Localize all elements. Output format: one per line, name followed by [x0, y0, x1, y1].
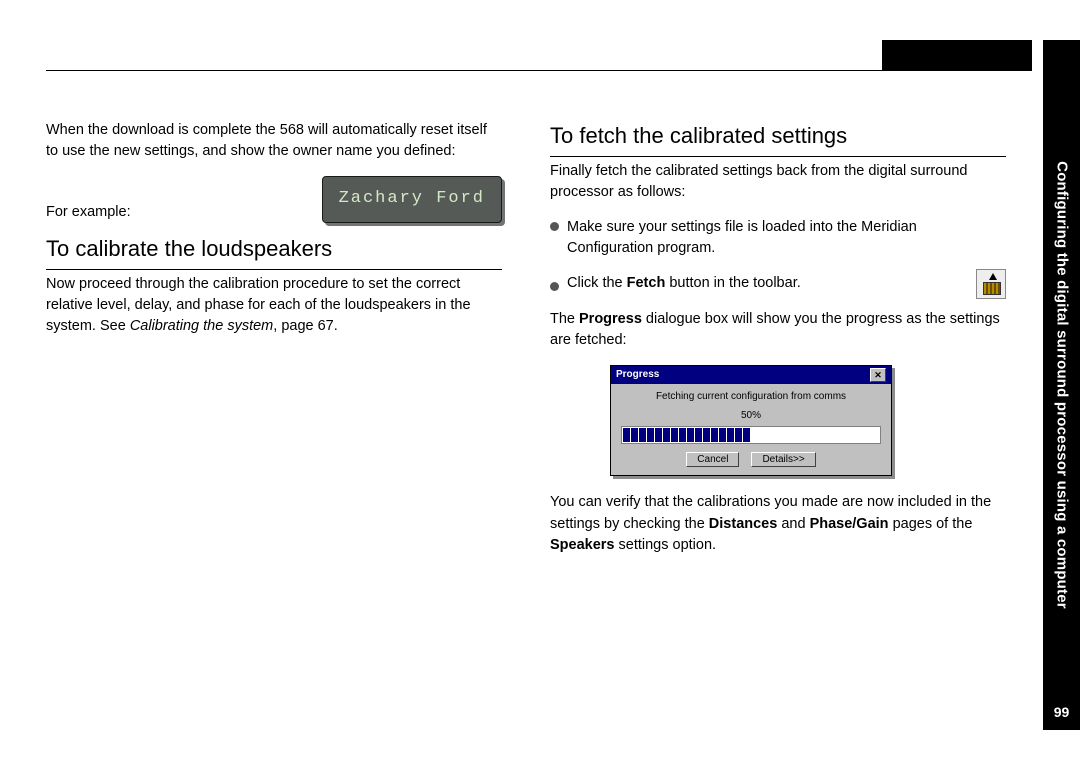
section-calibrate-loudspeakers: To calibrate the loudspeakers [46, 233, 502, 270]
verify-b1: Distances [709, 516, 778, 532]
progress-title-text: Progress [616, 368, 659, 383]
bullet-icon [550, 282, 559, 291]
progress-fill [623, 428, 751, 442]
for-example-label: For example: [46, 202, 131, 223]
progress-body: Fetching current configuration from comm… [611, 384, 891, 475]
right-column: To fetch the calibrated settings Finally… [550, 120, 1006, 570]
page-number: 99 [1043, 704, 1080, 720]
download-complete-text: When the download is complete the 568 wi… [46, 120, 502, 162]
chapter-sidebar: Configuring the digital surround process… [1043, 40, 1080, 730]
verify-b2: Phase/Gain [810, 516, 889, 532]
progress-bar [621, 426, 881, 444]
calib-ref-italic: Calibrating the system [130, 318, 273, 334]
verify-c: settings option. [615, 537, 717, 553]
header-rule [46, 70, 1011, 71]
calib-text-b: , page 67. [273, 318, 338, 334]
chapter-title: Configuring the digital surround process… [1053, 161, 1070, 609]
bullet-load-settings: Make sure your settings file is loaded i… [550, 217, 1006, 259]
progress-buttons: Cancel Details>> [621, 452, 881, 467]
verify-b3: Speakers [550, 537, 615, 553]
progress-message: Fetching current configuration from comm… [621, 390, 881, 405]
verify-mid: and [777, 516, 809, 532]
verify-b: pages of the [889, 516, 973, 532]
bullet1-text: Make sure your settings file is loaded i… [567, 217, 1006, 259]
lcd-display: Zachary Ford [322, 176, 502, 223]
left-column: When the download is complete the 568 wi… [46, 120, 502, 570]
bullet2-text: Click the Fetch button in the toolbar. [567, 273, 962, 294]
progress-para-a: The [550, 311, 579, 327]
lcd-example-row: For example: Zachary Ford [46, 176, 502, 223]
progress-dialog: Progress ✕ Fetching current configuratio… [610, 365, 892, 477]
close-icon[interactable]: ✕ [870, 368, 886, 382]
bullet-click-fetch: Click the Fetch button in the toolbar. [550, 269, 1006, 299]
progress-para-bold: Progress [579, 311, 642, 327]
calibrate-paragraph: Now proceed through the calibration proc… [46, 274, 502, 337]
header-black-block [882, 40, 1032, 71]
content-area: When the download is complete the 568 wi… [46, 120, 1006, 570]
manual-page: Configuring the digital surround process… [0, 0, 1080, 762]
cancel-button[interactable]: Cancel [686, 452, 739, 467]
bullet2-b: button in the toolbar. [665, 275, 800, 291]
verify-para: You can verify that the calibrations you… [550, 492, 1006, 555]
fetch-toolbar-icon [976, 269, 1006, 299]
progress-para: The Progress dialogue box will show you … [550, 309, 1006, 351]
progress-titlebar: Progress ✕ [611, 366, 891, 385]
details-button[interactable]: Details>> [751, 452, 815, 467]
section-fetch-settings: To fetch the calibrated settings [550, 120, 1006, 157]
bullet-icon [550, 222, 559, 231]
progress-percent: 50% [621, 409, 881, 424]
bullet2-a: Click the [567, 275, 627, 291]
fetch-intro-text: Finally fetch the calibrated settings ba… [550, 161, 1006, 203]
bullet2-bold: Fetch [627, 275, 666, 291]
